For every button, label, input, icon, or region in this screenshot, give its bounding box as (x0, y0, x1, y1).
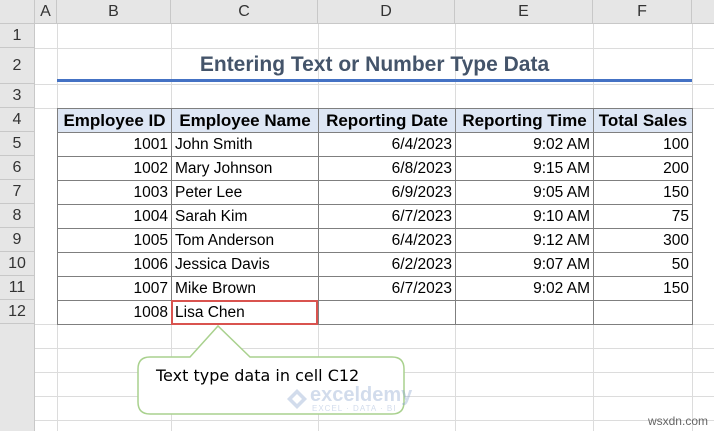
cell-employee-id[interactable]: 1003 (57, 180, 172, 205)
cell-employee-id[interactable]: 1005 (57, 228, 172, 253)
table-row: 1006 Jessica Davis 6/2/2023 9:07 AM 50 (57, 252, 693, 277)
callout-text: Text type data in cell C12 (156, 366, 360, 385)
cell-total-sales[interactable]: 150 (593, 276, 693, 301)
header-reporting-date[interactable]: Reporting Date (318, 108, 456, 133)
select-all-corner[interactable] (0, 0, 35, 24)
cell-total-sales[interactable]: 50 (593, 252, 693, 277)
cell-total-sales[interactable] (593, 300, 693, 325)
cell-reporting-time[interactable]: 9:02 AM (455, 132, 594, 157)
cell-total-sales[interactable]: 100 (593, 132, 693, 157)
row-header-10[interactable]: 10 (0, 252, 35, 276)
header-reporting-time[interactable]: Reporting Time (455, 108, 594, 133)
cell-employee-id[interactable]: 1001 (57, 132, 172, 157)
cell-reporting-date[interactable]: 6/7/2023 (318, 276, 456, 301)
watermark-tagline: EXCEL · DATA · BI (312, 404, 397, 413)
row-header-4[interactable]: 4 (0, 108, 35, 132)
row-header-6[interactable]: 6 (0, 156, 35, 180)
cell-reporting-time[interactable] (455, 300, 594, 325)
column-header-e[interactable]: E (455, 0, 593, 24)
cell-reporting-time[interactable]: 9:02 AM (455, 276, 594, 301)
row-header-2[interactable]: 2 (0, 48, 35, 84)
watermark-logo: exceldemy EXCEL · DATA · BI (286, 384, 436, 414)
cell-reporting-time[interactable]: 9:12 AM (455, 228, 594, 253)
row-header-1[interactable]: 1 (0, 24, 35, 48)
row-header-8[interactable]: 8 (0, 204, 35, 228)
cell-reporting-date[interactable] (318, 300, 456, 325)
cell-reporting-date[interactable]: 6/8/2023 (318, 156, 456, 181)
row-header-9[interactable]: 9 (0, 228, 35, 252)
cell-employee-name[interactable]: Tom Anderson (171, 228, 319, 253)
table-row: 1004 Sarah Kim 6/7/2023 9:10 AM 75 (57, 204, 693, 229)
cell-reporting-time[interactable]: 9:10 AM (455, 204, 594, 229)
cell-employee-name[interactable]: Mary Johnson (171, 156, 319, 181)
employee-table: Employee ID Employee Name Reporting Date… (57, 108, 693, 325)
cell-total-sales[interactable]: 150 (593, 180, 693, 205)
selected-cell-highlight (171, 300, 318, 325)
column-header-d[interactable]: D (318, 0, 455, 24)
cell-reporting-date[interactable]: 6/9/2023 (318, 180, 456, 205)
cell-employee-id[interactable]: 1006 (57, 252, 172, 277)
sheet-title[interactable]: Entering Text or Number Type Data (57, 50, 692, 80)
cell-employee-id[interactable]: 1008 (57, 300, 172, 325)
cell-reporting-date[interactable]: 6/2/2023 (318, 252, 456, 277)
cell-total-sales[interactable]: 200 (593, 156, 693, 181)
row-header-11[interactable]: 11 (0, 276, 35, 300)
cell-employee-id[interactable]: 1004 (57, 204, 172, 229)
column-header-b[interactable]: B (57, 0, 171, 24)
exceldemy-logo-icon (287, 389, 307, 409)
column-header-f[interactable]: F (593, 0, 692, 24)
header-employee-name[interactable]: Employee Name (171, 108, 319, 133)
cell-reporting-time[interactable]: 9:07 AM (455, 252, 594, 277)
table-row: 1005 Tom Anderson 6/4/2023 9:12 AM 300 (57, 228, 693, 253)
column-header-a[interactable]: A (35, 0, 57, 24)
cell-total-sales[interactable]: 75 (593, 204, 693, 229)
row-header-13 (0, 324, 35, 431)
cell-reporting-time[interactable]: 9:05 AM (455, 180, 594, 205)
title-underline (57, 79, 692, 82)
footer-site-label: wsxdn.com (647, 414, 708, 428)
table-row: 1008 Lisa Chen (57, 300, 693, 325)
cell-total-sales[interactable]: 300 (593, 228, 693, 253)
row-header-12[interactable]: 12 (0, 300, 35, 324)
cell-reporting-date[interactable]: 6/4/2023 (318, 132, 456, 157)
row-header-3[interactable]: 3 (0, 84, 35, 108)
cell-employee-name[interactable]: Sarah Kim (171, 204, 319, 229)
cell-employee-name[interactable]: Mike Brown (171, 276, 319, 301)
row-header-5[interactable]: 5 (0, 132, 35, 156)
cell-reporting-date[interactable]: 6/4/2023 (318, 228, 456, 253)
column-header-overflow (692, 0, 714, 24)
cell-reporting-date[interactable]: 6/7/2023 (318, 204, 456, 229)
cell-employee-name[interactable]: Peter Lee (171, 180, 319, 205)
cell-employee-id[interactable]: 1007 (57, 276, 172, 301)
column-header-c[interactable]: C (171, 0, 318, 24)
table-row: 1002 Mary Johnson 6/8/2023 9:15 AM 200 (57, 156, 693, 181)
table-row: 1003 Peter Lee 6/9/2023 9:05 AM 150 (57, 180, 693, 205)
table-row: 1007 Mike Brown 6/7/2023 9:02 AM 150 (57, 276, 693, 301)
header-employee-id[interactable]: Employee ID (57, 108, 172, 133)
table-row: 1001 John Smith 6/4/2023 9:02 AM 100 (57, 132, 693, 157)
cell-employee-name[interactable]: Jessica Davis (171, 252, 319, 277)
cell-employee-name[interactable]: John Smith (171, 132, 319, 157)
row-header-7[interactable]: 7 (0, 180, 35, 204)
cell-reporting-time[interactable]: 9:15 AM (455, 156, 594, 181)
cell-employee-id[interactable]: 1002 (57, 156, 172, 181)
header-total-sales[interactable]: Total Sales (593, 108, 693, 133)
table-header-row: Employee ID Employee Name Reporting Date… (57, 108, 693, 133)
